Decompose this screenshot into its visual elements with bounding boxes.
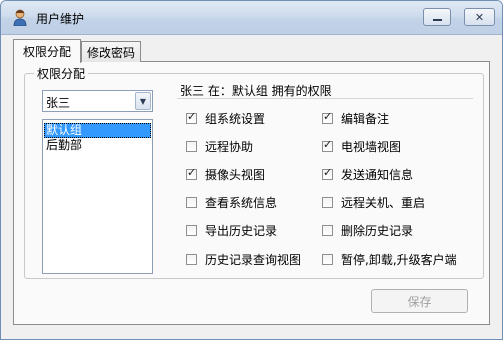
user-select-value: 张三: [46, 96, 71, 110]
permission-checkbox[interactable]: 组系统设置: [186, 110, 265, 127]
permission-checkbox[interactable]: 暂停,卸载,升级客户端: [322, 251, 457, 268]
checkbox-box[interactable]: [322, 138, 333, 152]
permission-label: 远程关机、重启: [341, 196, 426, 210]
permission-checkbox[interactable]: 删除历史记录: [322, 222, 413, 239]
save-button[interactable]: 保存: [371, 289, 468, 313]
permission-checkbox[interactable]: 发送通知信息: [322, 166, 413, 183]
user-maintenance-window: 用户维护 ✕ 权限分配 修改密码 权限分配 张三 ▼ 默认组 后勤部 张三 在：…: [0, 0, 503, 340]
permissions-title: 张三 在：默认组 拥有的权限: [180, 84, 332, 98]
close-icon: ✕: [474, 10, 485, 24]
checkbox-box[interactable]: [186, 166, 197, 180]
permission-checkbox[interactable]: 远程关机、重启: [322, 194, 425, 211]
list-item[interactable]: 后勤部: [44, 138, 151, 153]
permission-label: 组系统设置: [205, 112, 266, 126]
tab-label: 权限分配: [22, 45, 71, 59]
divider: [177, 98, 473, 99]
chevron-down-icon[interactable]: ▼: [135, 92, 151, 110]
permission-label: 电视墙视图: [341, 140, 402, 154]
list-item[interactable]: 默认组: [44, 123, 151, 138]
checkbox-box[interactable]: [186, 225, 197, 236]
user-select[interactable]: 张三 ▼: [42, 90, 153, 112]
permission-label: 摄像头视图: [205, 168, 266, 182]
checkbox-box[interactable]: [186, 254, 197, 265]
groupbox-legend: 权限分配: [34, 65, 89, 82]
checkbox-box[interactable]: [322, 166, 333, 180]
permission-label: 发送通知信息: [341, 168, 414, 182]
checkbox-box[interactable]: [322, 254, 333, 265]
permission-checkbox[interactable]: 远程协助: [186, 138, 253, 155]
permission-label: 远程协助: [205, 140, 254, 154]
checkbox-box[interactable]: [186, 197, 197, 208]
permission-checkbox[interactable]: 历史记录查询视图: [186, 251, 301, 268]
permission-label: 导出历史记录: [205, 224, 278, 238]
title-bar: 用户维护 ✕: [1, 1, 502, 35]
checkbox-box[interactable]: [186, 110, 197, 124]
close-button[interactable]: ✕: [464, 8, 495, 26]
minimize-button[interactable]: [423, 8, 451, 26]
group-list[interactable]: 默认组 后勤部: [42, 119, 153, 274]
permission-checkbox[interactable]: 导出历史记录: [186, 222, 277, 239]
window-title: 用户维护: [36, 12, 85, 26]
permission-checkbox[interactable]: 电视墙视图: [322, 138, 401, 155]
permission-label: 删除历史记录: [341, 224, 414, 238]
tab-label: 修改密码: [86, 45, 135, 60]
user-icon: [13, 9, 27, 26]
tab-change-password[interactable]: 修改密码: [81, 41, 141, 62]
permission-label: 查看系统信息: [205, 196, 278, 210]
permission-checkbox[interactable]: 编辑备注: [322, 110, 389, 127]
permission-label: 历史记录查询视图: [205, 253, 302, 267]
checkbox-box[interactable]: [322, 110, 333, 124]
checkbox-box[interactable]: [186, 141, 197, 152]
permission-label: 暂停,卸载,升级客户端: [341, 253, 457, 267]
permission-label: 编辑备注: [341, 112, 390, 126]
checkbox-box[interactable]: [322, 197, 333, 208]
permission-checkbox[interactable]: 摄像头视图: [186, 166, 265, 183]
minimize-icon: [432, 18, 442, 21]
permission-checkbox[interactable]: 查看系统信息: [186, 194, 277, 211]
checkbox-box[interactable]: [322, 225, 333, 236]
tab-permission-assign[interactable]: 权限分配: [13, 39, 81, 63]
